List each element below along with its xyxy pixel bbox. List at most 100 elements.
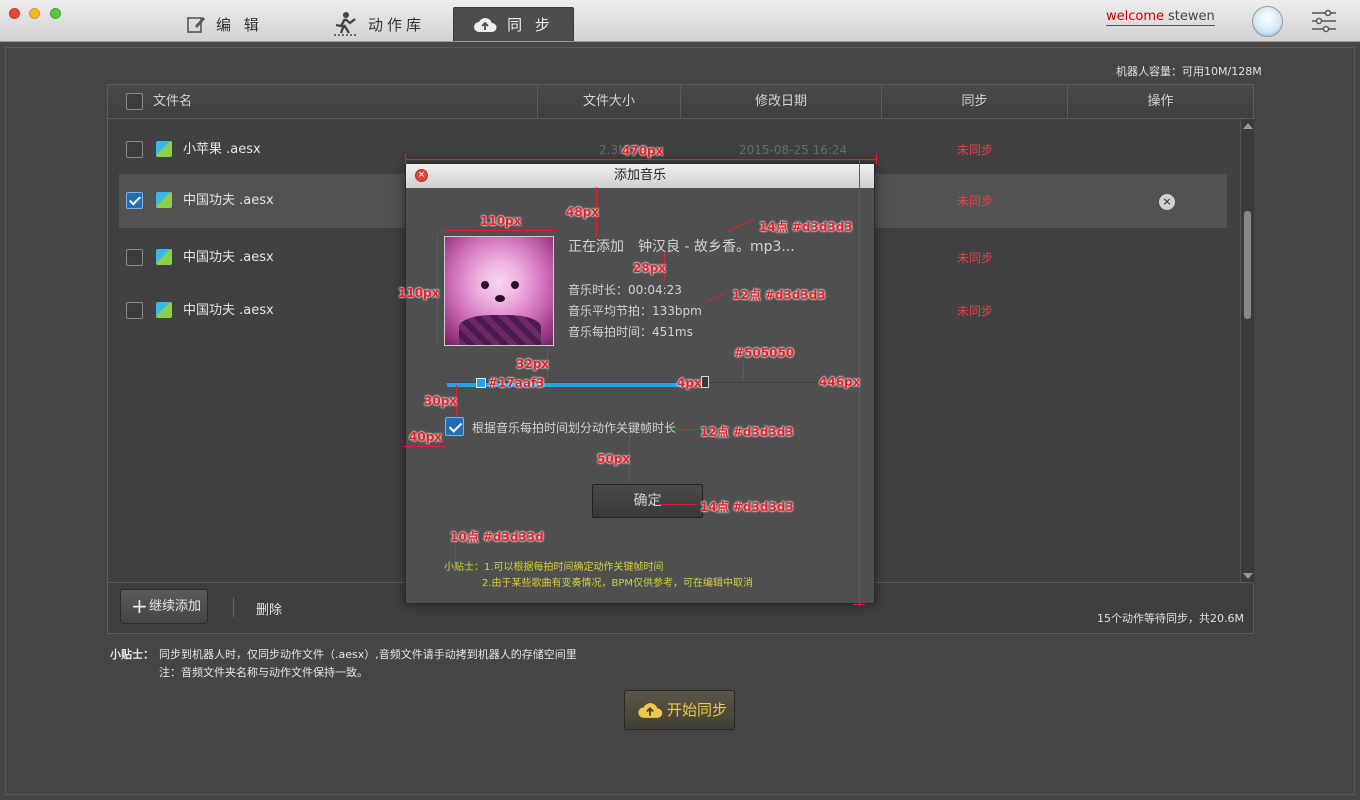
welcome-label: welcome (1106, 9, 1165, 24)
song-name: 钟汉良 - 故乡香。mp3... (638, 239, 795, 255)
music-bpm: 音乐平均节拍：133bpm (568, 304, 702, 318)
row-checkbox[interactable] (126, 192, 143, 209)
window-maximize-button[interactable] (50, 8, 61, 19)
annotation: 40px (409, 430, 443, 444)
column-modified-date[interactable]: 修改日期 (680, 85, 881, 119)
start-sync-button[interactable]: 开始同步 (624, 690, 735, 730)
continue-add-label: 继续添加 (149, 599, 202, 614)
avatar[interactable] (1252, 6, 1283, 37)
divider (233, 597, 234, 617)
scroll-down-arrow-icon[interactable] (1243, 573, 1253, 579)
measure-line (405, 154, 406, 164)
tab-edit[interactable]: 编 辑 (186, 7, 263, 41)
annotation: 12点 #d3d3d3 (700, 425, 794, 439)
dialog-tips: 小贴士：1.可以根据每拍时间确定动作关键帧时间 2.由于某些歌曲有变奏情况，BP… (444, 560, 753, 589)
row-checkbox[interactable] (126, 141, 143, 158)
select-all-checkbox[interactable] (126, 93, 143, 110)
sync-status: 未同步 (957, 304, 994, 318)
adding-prefix: 正在添加 (568, 239, 624, 255)
image-file-icon (156, 302, 172, 318)
measure-line (455, 545, 456, 559)
beat-split-checkbox[interactable] (445, 417, 464, 436)
file-name: 中国功夫 .aesx (183, 303, 274, 318)
adding-status: 正在添加 钟汉良 - 故乡香。mp3... (568, 236, 795, 256)
measure-line (404, 446, 446, 447)
annotation: 4px (677, 376, 702, 390)
file-name: 中国功夫 .aesx (183, 250, 274, 265)
annotation: 30px (424, 394, 458, 408)
dialog-tip-2: 2.由于某些歌曲有变奏情况，BPM仅供参考，可在编辑中取消 (482, 578, 754, 589)
tab-edit-label: 编 辑 (216, 15, 263, 34)
tab-sync[interactable]: 同 步 (453, 7, 574, 41)
tab-action-library-label: 动作库 (368, 15, 426, 34)
continue-add-button[interactable]: + 继续添加 (120, 589, 208, 624)
settings-sliders-icon[interactable] (1310, 9, 1338, 33)
pending-sync-status: 15个动作等待同步，共20.6M (1097, 612, 1244, 625)
dancer-icon (334, 12, 356, 36)
annotation: #505050 (734, 346, 795, 360)
annotation: 470px (622, 144, 664, 158)
dialog-tip-1: 小贴士：1.可以根据每拍时间确定动作关键帧时间 (444, 562, 664, 573)
sync-status: 未同步 (957, 251, 994, 265)
tab-action-library[interactable]: 动作库 (332, 7, 425, 41)
annotation: 48px (566, 205, 600, 219)
cover-detail (459, 315, 541, 345)
delete-row-icon[interactable]: × (1159, 194, 1175, 210)
dialog-title: 添加音乐 (406, 164, 874, 188)
measure-line (659, 504, 697, 505)
image-file-icon (156, 249, 172, 265)
robot-capacity: 机器人容量：可用10M/128M (1116, 65, 1262, 78)
annotation: 110px (398, 286, 440, 300)
scroll-up-arrow-icon[interactable] (1243, 123, 1253, 129)
app-window: 编 辑 动作库 同 步 welcome stewen 机器人容量：可用10M/12… (0, 0, 1360, 800)
measure-line (876, 154, 877, 164)
cloud-upload-icon (474, 17, 497, 32)
annotation: 10点 #d3d33d (450, 530, 544, 544)
annotation: 110px (480, 214, 522, 228)
row-checkbox[interactable] (126, 302, 143, 319)
tips-line-1: 同步到机器人时，仅同步动作文件（.aesx）,音频文件请手动拷到机器人的存储空间… (159, 648, 577, 661)
tips-line-2: 注：音频文件夹名称与动作文件保持一致。 (159, 666, 368, 679)
tab-sync-label: 同 步 (507, 16, 554, 34)
annotation: 12点 #d3d3d3 (732, 288, 826, 302)
edit-icon (187, 17, 205, 33)
table-header: 文件名 文件大小 修改日期 同步 操作 (108, 85, 1253, 119)
title-bar: 编 辑 动作库 同 步 welcome stewen (0, 0, 1360, 42)
file-name: 中国功夫 .aesx (183, 193, 274, 208)
measure-line (853, 604, 865, 605)
progress-handle[interactable] (701, 376, 709, 388)
music-duration: 音乐时长：00:04:23 (568, 283, 682, 297)
progress-marker (476, 378, 486, 388)
music-beat-time: 音乐每拍时间：451ms (568, 325, 693, 339)
column-filename[interactable]: 文件名 (153, 85, 192, 119)
table-scrollbar[interactable] (1240, 119, 1254, 583)
scrollbar-thumb[interactable] (1244, 211, 1251, 319)
sync-status: 未同步 (957, 194, 994, 208)
start-sync-label: 开始同步 (667, 701, 728, 719)
beat-split-label[interactable]: 根据音乐每拍时间划分动作关键帧时长 (472, 419, 676, 436)
confirm-button[interactable]: 确定 (592, 484, 703, 518)
column-sync[interactable]: 同步 (881, 85, 1067, 119)
window-minimize-button[interactable] (29, 8, 40, 19)
music-info: 音乐时长：00:04:23 音乐平均节拍：133bpm 音乐每拍时间：451ms (568, 280, 702, 343)
tips-label: 小贴士： (110, 648, 154, 661)
measure-line (405, 159, 877, 160)
column-actions: 操作 (1067, 85, 1253, 119)
annotation: 14点 #d3d3d3 (700, 500, 794, 514)
annotation: 14点 #d3d3d3 (759, 220, 853, 234)
dialog-close-button[interactable]: × (415, 169, 428, 182)
measure-line (743, 361, 744, 380)
username[interactable]: stewen (1168, 9, 1215, 24)
measure-line (676, 429, 698, 430)
plus-icon: + (131, 594, 148, 618)
annotation: 446px (819, 375, 861, 389)
window-close-button[interactable] (9, 8, 20, 19)
cover-detail (481, 281, 489, 289)
measure-line (443, 230, 555, 231)
annotation: 32px (516, 357, 550, 371)
annotation: 28px (633, 261, 667, 275)
image-file-icon (156, 141, 172, 157)
row-checkbox[interactable] (126, 249, 143, 266)
delete-button[interactable]: 删除 (256, 599, 282, 618)
column-filesize[interactable]: 文件大小 (537, 85, 680, 119)
